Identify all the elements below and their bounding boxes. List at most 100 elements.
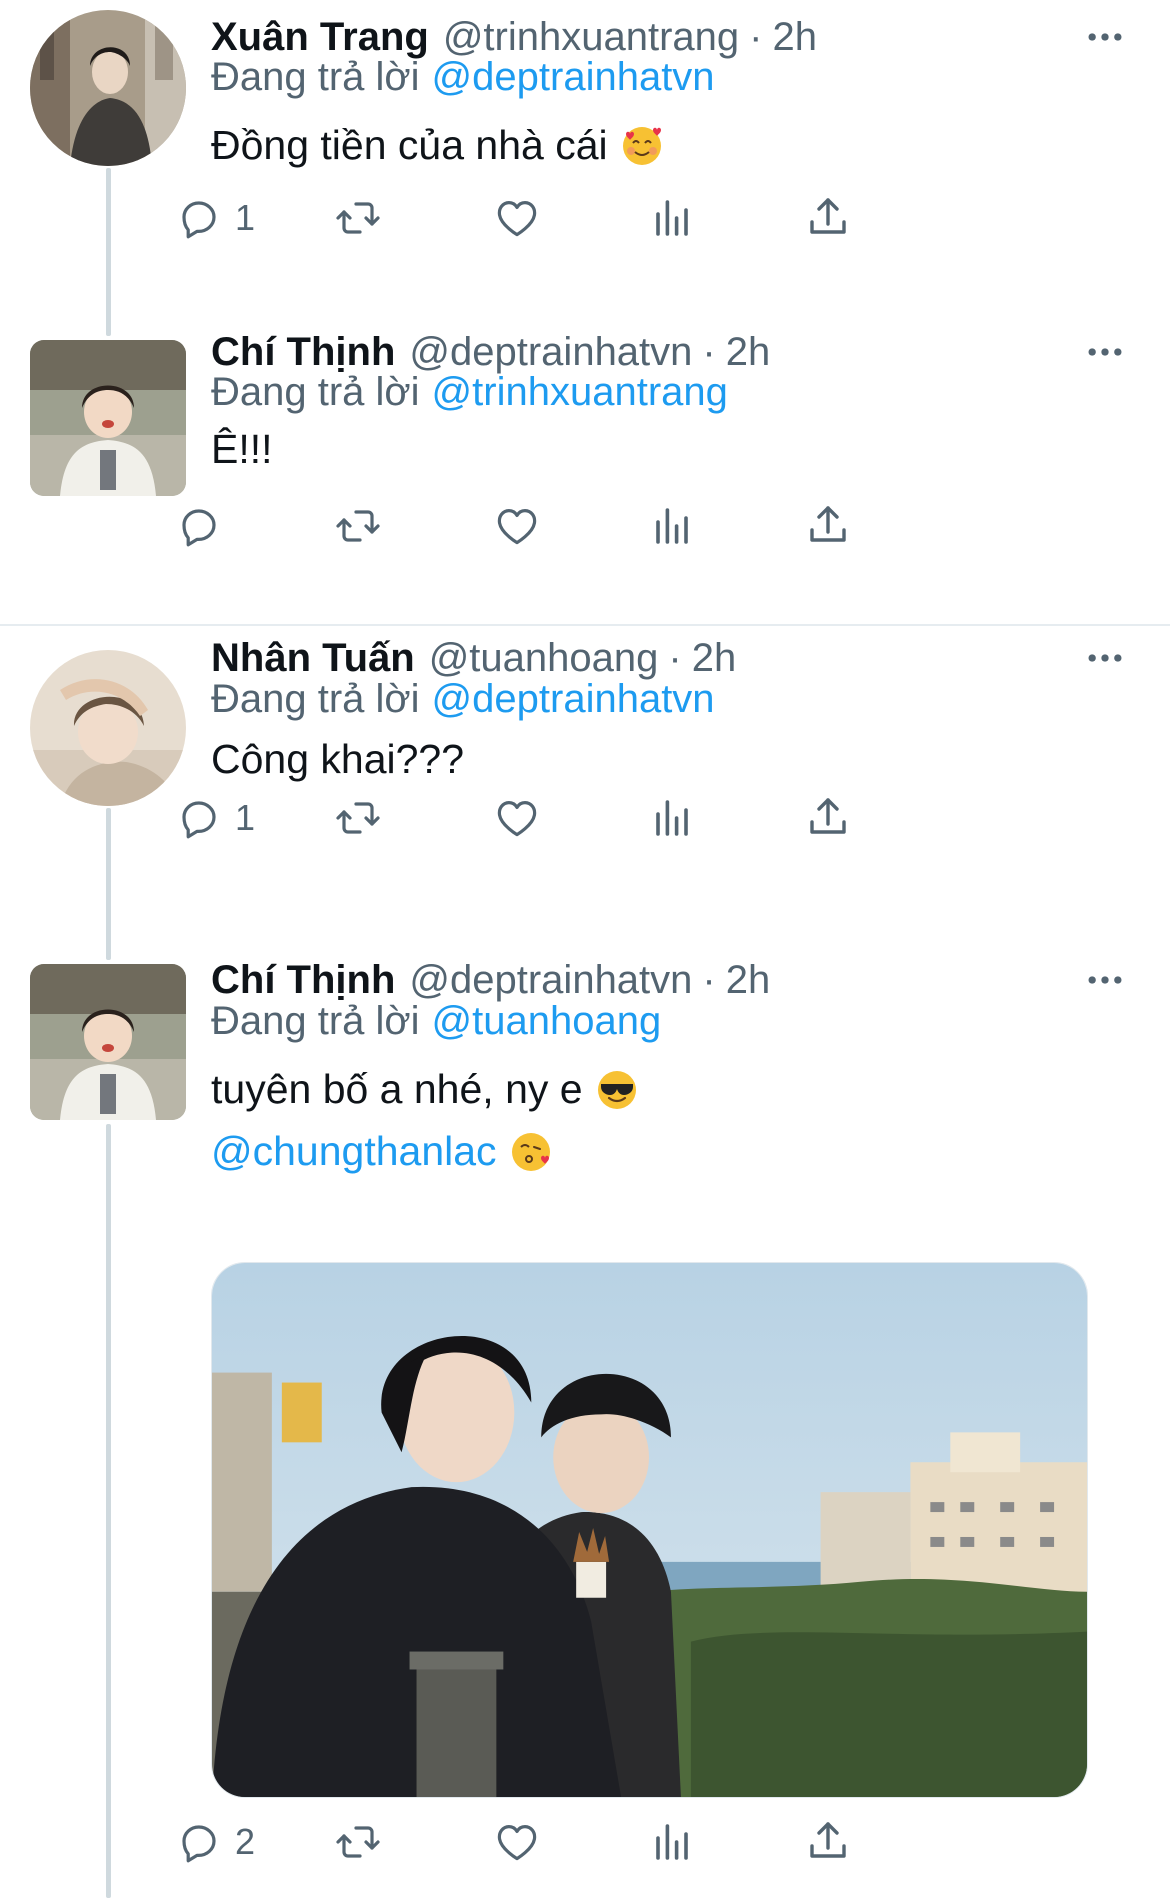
share-button[interactable]: [804, 1812, 852, 1872]
reply-icon: [175, 502, 223, 550]
reply-mention[interactable]: @trinhxuantrang: [432, 370, 728, 414]
reply-count: 2: [235, 1821, 256, 1862]
timestamp[interactable]: 2h: [726, 958, 771, 1003]
reply-mention[interactable]: @deptrainhatvn: [432, 55, 715, 99]
more-icon[interactable]: [1080, 327, 1130, 377]
reply-mention[interactable]: @tuanhoang: [432, 999, 662, 1043]
tweet-text-content: Đồng tiền của nhà cái: [211, 122, 608, 168]
analytics-icon: [648, 1818, 696, 1866]
display-name[interactable]: Chí Thịnh: [211, 958, 395, 1003]
user-handle[interactable]: @tuanhoang: [429, 636, 659, 681]
analytics-button[interactable]: [648, 788, 696, 848]
tweet[interactable]: Chí Thịnh @deptrainhatvn · 2h Đang trả l…: [0, 957, 1170, 1898]
share-button[interactable]: [804, 496, 852, 556]
share-icon: [804, 502, 852, 550]
tweet-text: tuyên bố a nhé, ny e: [211, 1066, 639, 1113]
heart-icon: [493, 502, 541, 550]
action-bar: 1: [211, 188, 1031, 248]
separator-dot: ·: [702, 329, 716, 374]
reply-count: 1: [235, 197, 256, 238]
more-icon[interactable]: [1080, 955, 1130, 1005]
separator-dot: ·: [749, 14, 763, 59]
retweet-icon: [334, 194, 382, 242]
smiling-face-with-hearts-icon: [620, 124, 664, 168]
reply-button[interactable]: 1: [175, 788, 255, 848]
avatar[interactable]: [30, 964, 186, 1120]
timestamp[interactable]: 2h: [692, 636, 737, 681]
like-button[interactable]: [493, 496, 553, 556]
share-icon: [804, 194, 852, 242]
tweet-text: Đồng tiền của nhà cái: [211, 122, 664, 169]
separator-dot: ·: [668, 635, 682, 680]
like-button[interactable]: [493, 188, 553, 248]
reply-button[interactable]: 2: [175, 1812, 255, 1872]
tweet-photo[interactable]: [211, 1262, 1088, 1798]
display-name[interactable]: Xuân Trang: [211, 15, 429, 60]
reply-count: 1: [235, 797, 256, 838]
like-button[interactable]: [493, 788, 553, 848]
avatar[interactable]: [30, 10, 186, 166]
like-button[interactable]: [493, 1812, 553, 1872]
retweet-icon: [334, 794, 382, 842]
thread-separator: [0, 624, 1170, 626]
retweet-button[interactable]: [334, 788, 394, 848]
analytics-button[interactable]: [648, 188, 696, 248]
retweet-button[interactable]: [334, 188, 394, 248]
tweet[interactable]: Chí Thịnh @deptrainhatvn · 2h Đang trả l…: [0, 330, 1170, 620]
user-handle[interactable]: @deptrainhatvn: [409, 330, 692, 375]
display-name[interactable]: Nhân Tuấn: [211, 636, 415, 681]
more-icon[interactable]: [1080, 12, 1130, 62]
reply-button[interactable]: 1: [175, 188, 255, 248]
retweet-icon: [334, 1818, 382, 1866]
reply-icon: [175, 794, 223, 842]
mention-link[interactable]: @chungthanlac: [211, 1128, 497, 1175]
more-icon[interactable]: [1080, 633, 1130, 683]
reply-prefix: Đang trả lời: [211, 677, 420, 721]
tweet-text: Ê!!!: [211, 426, 273, 473]
timestamp[interactable]: 2h: [772, 15, 817, 60]
tweet[interactable]: Xuân Trang @trinhxuantrang · 2h Đang trả…: [0, 0, 1170, 320]
user-handle[interactable]: @trinhxuantrang: [443, 15, 739, 60]
reply-context: Đang trả lời @deptrainhatvn: [211, 55, 715, 100]
face-blowing-a-kiss-icon: [509, 1130, 553, 1174]
retweet-button[interactable]: [334, 1812, 394, 1872]
analytics-button[interactable]: [648, 1812, 696, 1872]
analytics-button[interactable]: [648, 496, 696, 556]
share-button[interactable]: [804, 188, 852, 248]
reply-context: Đang trả lời @tuanhoang: [211, 999, 661, 1044]
retweet-button[interactable]: [334, 496, 394, 556]
reply-context: Đang trả lời @deptrainhatvn: [211, 677, 715, 722]
tweet-text-content: Ê!!!: [211, 426, 273, 472]
share-button[interactable]: [804, 788, 852, 848]
reply-button[interactable]: [175, 496, 235, 556]
action-bar: 2: [211, 1812, 1031, 1872]
tweet-text-content: Công khai???: [211, 736, 465, 782]
share-icon: [804, 1818, 852, 1866]
reply-icon: [175, 1818, 223, 1866]
action-bar: [211, 496, 1031, 556]
heart-icon: [493, 1818, 541, 1866]
heart-icon: [493, 194, 541, 242]
analytics-icon: [648, 794, 696, 842]
avatar[interactable]: [30, 340, 186, 496]
separator-dot: ·: [702, 957, 716, 1002]
tweet-text: Công khai???: [211, 736, 464, 783]
tweet-mention-line: @chungthanlac: [211, 1128, 553, 1175]
user-handle[interactable]: @deptrainhatvn: [409, 958, 692, 1003]
avatar[interactable]: [30, 650, 186, 806]
timestamp[interactable]: 2h: [726, 330, 771, 375]
tweet-text-content: tuyên bố a nhé, ny e: [211, 1066, 583, 1112]
reply-prefix: Đang trả lời: [211, 999, 420, 1043]
analytics-icon: [648, 194, 696, 242]
reply-icon: [175, 194, 223, 242]
tweet[interactable]: Nhân Tuấn @tuanhoang · 2h Đang trả lời @d…: [0, 636, 1170, 960]
heart-icon: [493, 794, 541, 842]
analytics-icon: [648, 502, 696, 550]
reply-context: Đang trả lời @trinhxuantrang: [211, 370, 728, 415]
smiling-face-with-sunglasses-icon: [595, 1068, 639, 1112]
reply-mention[interactable]: @deptrainhatvn: [432, 677, 715, 721]
display-name[interactable]: Chí Thịnh: [211, 330, 395, 375]
share-icon: [804, 794, 852, 842]
action-bar: 1: [211, 788, 1031, 848]
reply-prefix: Đang trả lời: [211, 55, 420, 99]
